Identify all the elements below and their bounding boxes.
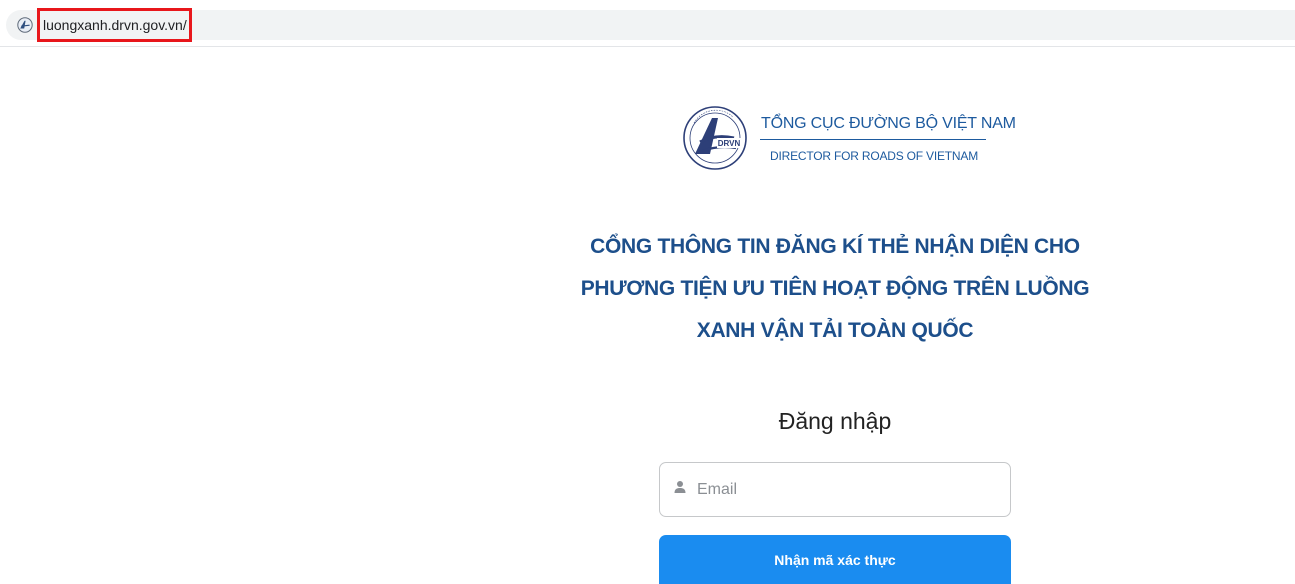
email-field[interactable] [659,462,1011,517]
url-field[interactable] [6,10,1295,40]
portal-title-line: XANH VẬN TẢI TOÀN QUỐC [696,319,974,342]
portal-title: CỔNG THÔNG TIN ĐĂNG KÍ THẺ NHẬN DIỆN CHO… [535,226,1135,352]
email-input[interactable] [697,464,997,515]
drvn-logo: DRVN [681,104,751,172]
portal-title-line: CỔNG THÔNG TIN ĐĂNG KÍ THẺ NHẬN DIỆN CHO [590,235,1080,258]
svg-text:DRVN: DRVN [718,139,741,148]
portal-title-line: PHƯƠNG TIỆN ƯU TIÊN HOẠT ĐỘNG TRÊN LUỒNG [580,277,1090,300]
browser-address-bar: luongxanh.drvn.gov.vn/ [0,0,1295,47]
site-favicon-icon [17,17,33,33]
org-divider [760,139,986,140]
org-name-en: DIRECTOR FOR ROADS OF VIETNAM [770,149,978,163]
login-heading: Đăng nhập [778,408,892,434]
user-icon [673,480,687,494]
org-name-vi: TỔNG CỤC ĐƯỜNG BỘ VIỆT NAM [761,115,1016,132]
get-verification-code-button[interactable]: Nhận mã xác thực [659,535,1011,584]
url-highlight-box [37,8,192,42]
